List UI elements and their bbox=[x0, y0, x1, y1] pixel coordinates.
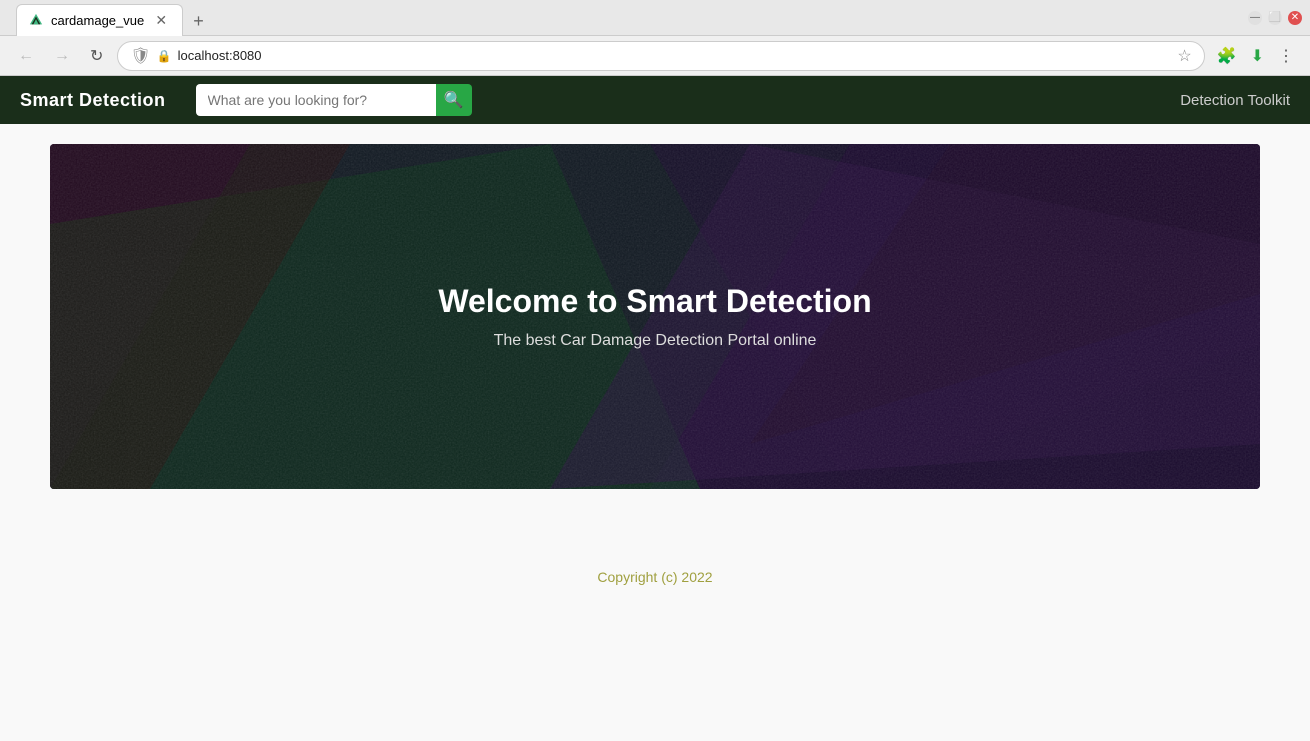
refresh-button[interactable]: ↻ bbox=[84, 42, 109, 70]
extensions-button[interactable]: 🧩 bbox=[1213, 42, 1241, 70]
search-input[interactable] bbox=[196, 84, 436, 116]
new-tab-button[interactable]: + bbox=[185, 7, 212, 36]
address-bar-container: 🛡 🔒 ☆ bbox=[117, 41, 1204, 71]
browser-toolbar: ← → ↻ 🛡 🔒 ☆ 🧩 ⬇ ⋮ bbox=[0, 36, 1310, 76]
menu-button[interactable]: ⋮ bbox=[1274, 42, 1298, 70]
toolbar-right: 🧩 ⬇ ⋮ bbox=[1213, 42, 1298, 70]
download-button[interactable]: ⬇ bbox=[1247, 42, 1268, 70]
copyright-text: Copyright (c) 2022 bbox=[597, 569, 712, 585]
forward-button[interactable]: → bbox=[48, 43, 76, 69]
app: Smart Detection 🔍 Detection Toolkit bbox=[0, 76, 1310, 605]
browser-window: cardamage_vue ✕ + — ⬜ ✕ ← → ↻ 🛡 🔒 ☆ 🧩 ⬇ … bbox=[0, 0, 1310, 76]
bookmark-icon[interactable]: ☆ bbox=[1177, 46, 1191, 66]
shield-icon: 🛡 bbox=[130, 46, 150, 66]
active-tab[interactable]: cardamage_vue ✕ bbox=[16, 4, 183, 36]
tab-title: cardamage_vue bbox=[51, 13, 144, 28]
vue-favicon-icon bbox=[29, 13, 43, 27]
hero-title: Welcome to Smart Detection bbox=[438, 283, 871, 320]
lock-icon: 🔒 bbox=[157, 49, 172, 63]
minimize-button[interactable]: — bbox=[1248, 11, 1262, 25]
detection-toolkit-link[interactable]: Detection Toolkit bbox=[1180, 92, 1290, 109]
tab-close-button[interactable]: ✕ bbox=[152, 11, 170, 29]
hero-content: Welcome to Smart Detection The best Car … bbox=[50, 144, 1260, 489]
back-button[interactable]: ← bbox=[12, 43, 40, 69]
tab-bar: cardamage_vue ✕ + bbox=[8, 0, 220, 36]
window-controls: — ⬜ ✕ bbox=[1248, 11, 1302, 25]
search-form: 🔍 bbox=[196, 84, 472, 116]
search-button[interactable]: 🔍 bbox=[436, 84, 472, 116]
app-brand: Smart Detection bbox=[20, 90, 166, 111]
close-button[interactable]: ✕ bbox=[1288, 11, 1302, 25]
hero-section: Welcome to Smart Detection The best Car … bbox=[50, 144, 1260, 489]
address-input[interactable] bbox=[178, 48, 1172, 63]
footer: Copyright (c) 2022 bbox=[0, 549, 1310, 605]
restore-button[interactable]: ⬜ bbox=[1268, 11, 1282, 25]
browser-titlebar: cardamage_vue ✕ + — ⬜ ✕ bbox=[0, 0, 1310, 36]
app-navbar: Smart Detection 🔍 Detection Toolkit bbox=[0, 76, 1310, 124]
hero-subtitle: The best Car Damage Detection Portal onl… bbox=[494, 332, 817, 350]
search-icon: 🔍 bbox=[444, 90, 464, 110]
